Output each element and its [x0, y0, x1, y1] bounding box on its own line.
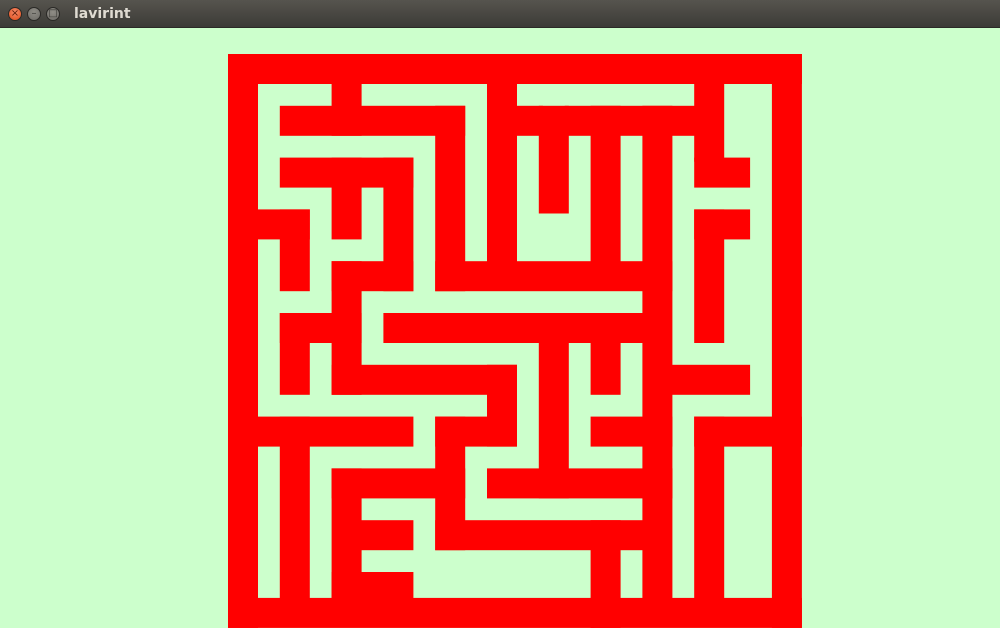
maze-wall — [668, 364, 751, 395]
maze-wall — [279, 209, 310, 292]
maze-wall — [642, 468, 673, 602]
maze-wall — [694, 209, 725, 343]
maze-wall — [435, 416, 466, 551]
maze-wall — [279, 416, 310, 602]
maze-wall — [228, 54, 388, 84]
maze-wall — [694, 416, 725, 602]
maze — [0, 28, 1000, 628]
maze-wall — [331, 157, 362, 240]
maze-wall — [694, 54, 725, 162]
maze-wall — [331, 261, 362, 395]
maze-wall — [590, 105, 621, 266]
maze-wall — [383, 54, 802, 84]
maze-wall — [642, 105, 673, 499]
minimize-icon[interactable]: – — [27, 7, 41, 21]
maze-wall — [228, 54, 258, 628]
maze-wall — [383, 157, 414, 292]
game-canvas[interactable] — [0, 28, 1000, 628]
maximize-icon[interactable]: □ — [46, 7, 60, 21]
close-icon[interactable]: × — [8, 7, 22, 21]
maze-wall — [590, 520, 621, 628]
maze-wall — [487, 54, 517, 266]
maze-wall — [331, 54, 362, 136]
maze-wall — [694, 157, 751, 188]
app-window: × – □ lavirint — [0, 0, 1000, 628]
maze-wall — [228, 597, 595, 628]
maze-wall — [590, 597, 802, 628]
maze-wall — [435, 261, 673, 292]
title-bar[interactable]: × – □ lavirint — [0, 0, 1000, 28]
maze-wall — [564, 105, 699, 136]
maze-wall — [538, 105, 569, 214]
window-title: lavirint — [74, 6, 131, 22]
maze-wall — [228, 416, 414, 447]
maze-wall — [487, 364, 517, 447]
maze-wall — [538, 313, 569, 499]
maze-wall — [590, 313, 621, 395]
maze-wall — [435, 105, 466, 292]
maze-wall — [771, 54, 802, 628]
maze-wall — [279, 313, 310, 395]
maze-wall — [331, 468, 362, 602]
maze-wall — [357, 520, 414, 551]
